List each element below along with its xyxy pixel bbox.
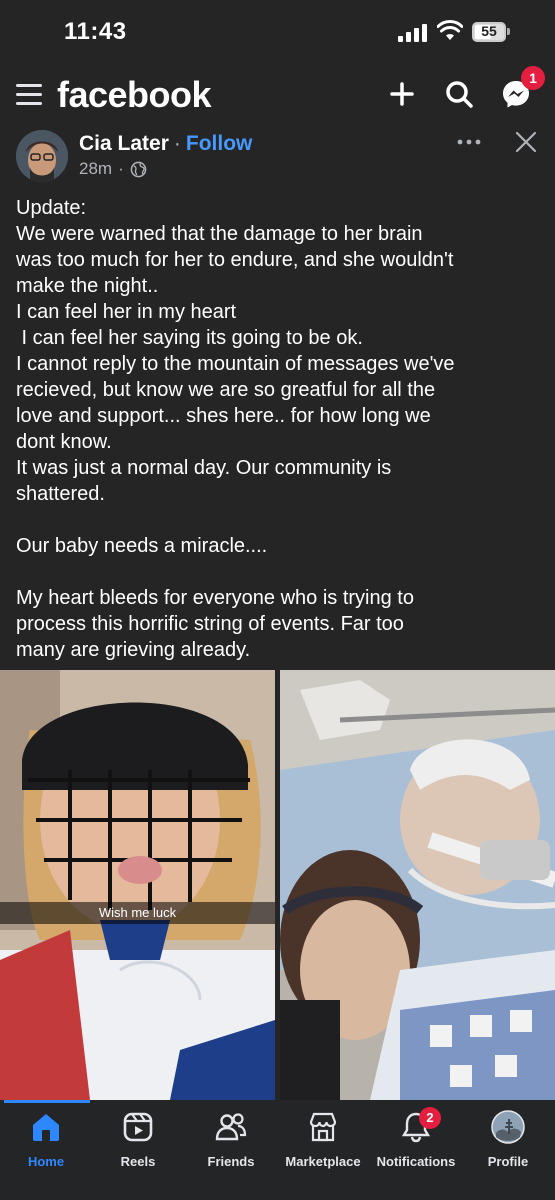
nav-profile-label: Profile bbox=[487, 1154, 529, 1169]
home-icon bbox=[33, 1114, 59, 1141]
post-text-line: Our baby needs a miracle.... bbox=[16, 535, 268, 557]
post-text-line: I cannot reply to the mountain of messag… bbox=[16, 353, 455, 375]
nav-notifications-label: Notifications bbox=[376, 1154, 456, 1169]
nav-reels[interactable]: Reels bbox=[106, 1110, 170, 1180]
follow-separator: · bbox=[173, 132, 181, 155]
post-photo-selfie[interactable]: Wish me luck bbox=[0, 670, 275, 1100]
nav-friends[interactable]: Friends bbox=[199, 1110, 263, 1180]
post-text-line: was too much for her to endure, and she … bbox=[16, 249, 454, 271]
post-text-line: love and support... shes here.. for how … bbox=[16, 405, 431, 427]
globe-icon bbox=[130, 161, 147, 177]
nav-home[interactable]: Home bbox=[14, 1110, 78, 1180]
facebook-logo[interactable]: facebook bbox=[57, 74, 212, 116]
plus-icon[interactable] bbox=[386, 78, 418, 110]
post-body-text: Update: We were warned that the damage t… bbox=[16, 195, 546, 663]
nav-reels-label: Reels bbox=[120, 1154, 156, 1169]
nav-profile[interactable]: Profile bbox=[476, 1110, 540, 1180]
post-text-line: I can feel her saying its going to be ok… bbox=[16, 327, 363, 349]
post-time[interactable]: 28m bbox=[79, 159, 112, 179]
facebook-post-screen: 11:43 55 facebook 1 Cia Later · Follow 2… bbox=[0, 0, 555, 1200]
more-options-icon[interactable] bbox=[455, 132, 483, 152]
post-text-line: My heart bleeds for everyone who is tryi… bbox=[16, 587, 414, 609]
post-text-line: many are grieving already. bbox=[16, 639, 251, 661]
post-text-line: recieved, but know we are so greatful fo… bbox=[16, 379, 436, 401]
battery-icon: 55 bbox=[472, 22, 506, 42]
marketplace-icon bbox=[309, 1112, 337, 1142]
photo-caption: Wish me luck bbox=[0, 902, 275, 924]
post-text-line: We were warned that the damage to her br… bbox=[16, 223, 423, 245]
nav-marketplace-label: Marketplace bbox=[285, 1154, 361, 1169]
nav-marketplace[interactable]: Marketplace bbox=[280, 1110, 366, 1180]
post-text-line: make the night.. bbox=[16, 275, 159, 297]
active-tab-indicator bbox=[4, 1100, 90, 1103]
app-header: facebook bbox=[0, 64, 555, 126]
post-text-line: dont know. bbox=[16, 431, 112, 453]
post-text-blank-line bbox=[16, 507, 546, 533]
menu-icon[interactable] bbox=[16, 84, 42, 106]
status-bar: 11:43 55 bbox=[0, 0, 555, 64]
author-line: Cia Later · Follow bbox=[79, 132, 252, 156]
author-name[interactable]: Cia Later bbox=[79, 132, 169, 155]
profile-avatar bbox=[491, 1110, 525, 1144]
post-text-line: Update: bbox=[16, 197, 87, 219]
messenger-badge: 1 bbox=[521, 66, 545, 90]
bottom-navigation: Home Reels Friends Marketplace Notificat… bbox=[0, 1100, 555, 1200]
friends-icon bbox=[215, 1113, 247, 1141]
battery-nub bbox=[507, 28, 510, 35]
post-photos: Wish me luck bbox=[0, 670, 555, 1100]
battery-level-text: 55 bbox=[481, 23, 497, 39]
author-avatar[interactable] bbox=[16, 130, 68, 182]
notifications-badge: 2 bbox=[419, 1107, 441, 1129]
post-text-line: I can feel her in my heart bbox=[16, 301, 237, 323]
post-text-line: process this horrific string of events. … bbox=[16, 613, 404, 635]
post-text-blank-line bbox=[16, 559, 546, 585]
reels-icon bbox=[123, 1112, 153, 1142]
post-text-line: shattered. bbox=[16, 483, 105, 505]
post-header: Cia Later · Follow 28m · bbox=[0, 126, 555, 188]
post-photo-hospital[interactable] bbox=[280, 670, 555, 1100]
post-text-line: It was just a normal day. Our community … bbox=[16, 457, 392, 479]
search-icon[interactable] bbox=[443, 78, 475, 110]
signal-icon bbox=[398, 24, 430, 42]
meta-separator: · bbox=[118, 159, 124, 178]
status-time: 11:43 bbox=[64, 18, 127, 45]
wifi-icon bbox=[437, 20, 463, 40]
post-meta: 28m · bbox=[79, 159, 147, 179]
close-icon[interactable] bbox=[514, 130, 538, 154]
nav-home-label: Home bbox=[27, 1154, 65, 1169]
nav-friends-label: Friends bbox=[207, 1154, 255, 1169]
follow-button[interactable]: Follow bbox=[186, 132, 253, 155]
nav-notifications[interactable]: Notifications bbox=[373, 1110, 459, 1180]
